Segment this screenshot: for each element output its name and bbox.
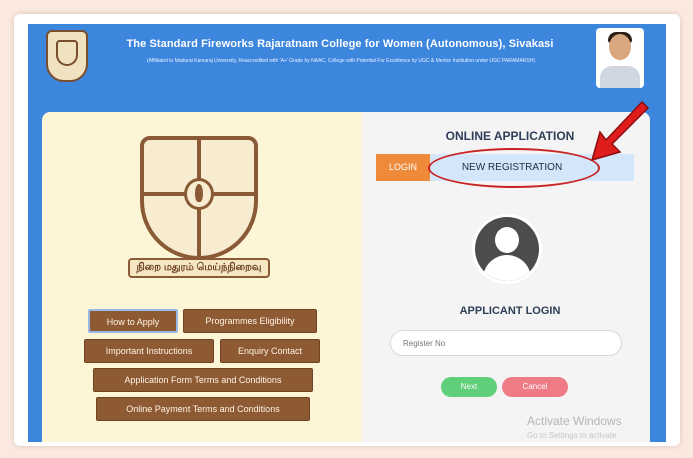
red-arrow-icon bbox=[590, 100, 650, 162]
applicant-login-title: APPLICANT LOGIN bbox=[459, 305, 561, 317]
payment-terms-button[interactable]: Online Payment Terms and Conditions bbox=[96, 397, 310, 421]
cancel-button[interactable]: Cancel bbox=[502, 377, 568, 397]
tab-login[interactable]: LOGIN bbox=[376, 154, 430, 181]
college-emblem-icon bbox=[140, 136, 258, 260]
register-no-input[interactable] bbox=[390, 330, 622, 356]
college-logo-icon bbox=[46, 30, 88, 82]
emblem-motto: நிறை மதுரம் மெய்ந்நிறைவு bbox=[128, 258, 270, 278]
programmes-eligibility-button[interactable]: Programmes Eligibility bbox=[183, 309, 317, 333]
college-title: The Standard Fireworks Rajaratnam Colleg… bbox=[126, 38, 554, 50]
college-affiliation: (Affiliated to Madurai Kamaraj Universit… bbox=[146, 58, 536, 64]
important-instructions-button[interactable]: Important Instructions bbox=[84, 339, 214, 363]
applicant-avatar-icon bbox=[472, 214, 542, 284]
activate-windows-watermark: Activate Windows bbox=[527, 414, 622, 428]
enquiry-contact-button[interactable]: Enquiry Contact bbox=[220, 339, 320, 363]
how-to-apply-button[interactable]: How to Apply bbox=[88, 309, 178, 333]
highlight-oval bbox=[428, 148, 600, 188]
next-button[interactable]: Next bbox=[441, 377, 497, 397]
online-application-title: ONLINE APPLICATION bbox=[445, 129, 575, 143]
activate-windows-hint: Go to Settings to activate bbox=[527, 431, 617, 440]
application-terms-button[interactable]: Application Form Terms and Conditions bbox=[93, 368, 313, 392]
principal-photo bbox=[596, 28, 644, 88]
